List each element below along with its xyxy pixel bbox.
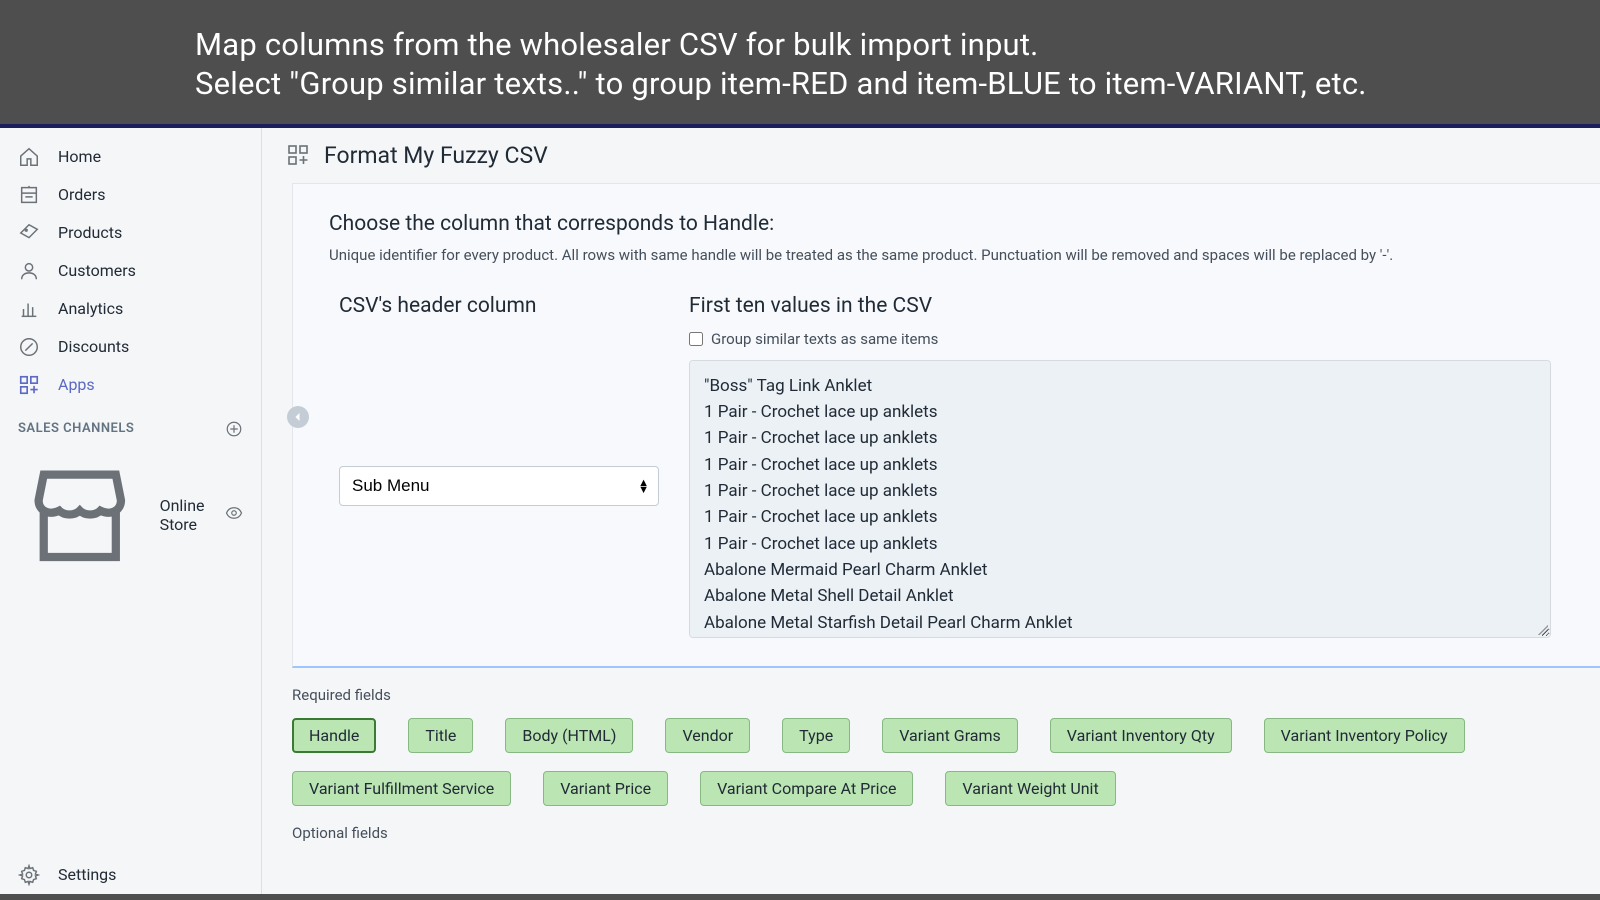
sidebar-item-label: Home	[58, 147, 101, 166]
right-col-title: First ten values in the CSV	[689, 294, 1584, 318]
header-column-select[interactable]: Sub Menu	[339, 466, 659, 506]
sidebar-item-products[interactable]: Products	[0, 214, 261, 252]
field-pill-title[interactable]: Title	[408, 718, 473, 753]
mapping-panel: Choose the column that corresponds to Ha…	[292, 183, 1600, 668]
value-row: Abalone Mermaid Pearl Charm Anklet	[704, 557, 1536, 583]
required-fields-section: Required fields Handle Title Body (HTML) Ve…	[262, 668, 1600, 856]
field-pill-variant-grams[interactable]: Variant Grams	[882, 718, 1018, 753]
sidebar-item-label: Orders	[58, 185, 105, 204]
sidebar-item-label: Apps	[58, 375, 95, 394]
visibility-icon[interactable]	[225, 504, 243, 526]
main-content: Format My Fuzzy CSV Choose the column th…	[262, 128, 1600, 894]
sidebar-item-label: Products	[58, 223, 122, 242]
banner-line-2: Select "Group similar texts.." to group …	[195, 65, 1600, 104]
field-pill-variant-inventory-qty[interactable]: Variant Inventory Qty	[1050, 718, 1232, 753]
value-row: "Boss" Tag Link Anklet	[704, 373, 1536, 399]
instruction-banner: Map columns from the wholesaler CSV for …	[0, 0, 1600, 124]
panel-title: Choose the column that corresponds to Ha…	[329, 212, 1600, 236]
value-row: 1 Pair - Crochet lace up anklets	[704, 504, 1536, 530]
field-pill-variant-weight-unit[interactable]: Variant Weight Unit	[945, 771, 1115, 806]
back-button[interactable]	[287, 406, 309, 428]
store-icon	[18, 454, 142, 578]
sidebar-item-label: Customers	[58, 261, 136, 280]
sidebar-item-analytics[interactable]: Analytics	[0, 290, 261, 328]
left-col-title: CSV's header column	[339, 294, 659, 318]
sidebar-item-settings[interactable]: Settings	[0, 856, 261, 894]
header-column-section: CSV's header column Sub Menu ▲▼	[339, 294, 659, 506]
orders-icon	[18, 184, 40, 206]
app-icon	[286, 143, 310, 167]
sidebar-item-orders[interactable]: Orders	[0, 176, 261, 214]
customers-icon	[18, 260, 40, 282]
values-section: First ten values in the CSV Group simila…	[689, 294, 1600, 638]
banner-line-1: Map columns from the wholesaler CSV for …	[195, 26, 1600, 65]
required-label: Required fields	[292, 686, 1600, 704]
value-row: 1 Pair - Crochet lace up anklets	[704, 399, 1536, 425]
group-similar-checkbox[interactable]	[689, 332, 703, 346]
home-icon	[18, 146, 40, 168]
app-frame: Home Orders Products Customers Analytics…	[0, 124, 1600, 894]
page-header: Format My Fuzzy CSV	[262, 128, 1600, 183]
field-pill-vendor[interactable]: Vendor	[665, 718, 750, 753]
sidebar-item-home[interactable]: Home	[0, 138, 261, 176]
section-label-text: SALES CHANNELS	[18, 421, 134, 436]
value-row: Abalone Metal Starfish Detail Pearl Char…	[704, 610, 1536, 636]
channel-label: Online Store	[160, 496, 207, 534]
sidebar-item-customers[interactable]: Customers	[0, 252, 261, 290]
field-pill-variant-inventory-policy[interactable]: Variant Inventory Policy	[1264, 718, 1465, 753]
value-row: 1 Pair - Crochet lace up anklets	[704, 531, 1536, 557]
analytics-icon	[18, 298, 40, 320]
required-pills-row: Handle Title Body (HTML) Vendor Type Variant …	[292, 718, 1600, 806]
sidebar-channel-online-store[interactable]: Online Store	[0, 446, 261, 586]
panel-subtitle: Unique identifier for every product. All…	[329, 246, 1600, 264]
sidebar-item-label: Settings	[58, 865, 116, 884]
field-pill-handle[interactable]: Handle	[292, 718, 376, 753]
sidebar-item-label: Discounts	[58, 337, 129, 356]
field-pill-variant-compare-at-price[interactable]: Variant Compare At Price	[700, 771, 913, 806]
sidebar: Home Orders Products Customers Analytics…	[0, 128, 262, 894]
group-similar-label: Group similar texts as same items	[711, 330, 938, 348]
optional-label: Optional fields	[292, 824, 1600, 842]
page-title: Format My Fuzzy CSV	[324, 142, 548, 169]
sidebar-item-apps[interactable]: Apps	[0, 366, 261, 404]
field-pill-type[interactable]: Type	[782, 718, 850, 753]
sidebar-item-discounts[interactable]: Discounts	[0, 328, 261, 366]
add-channel-icon[interactable]	[225, 420, 243, 438]
values-preview-box[interactable]: "Boss" Tag Link Anklet1 Pair - Crochet l…	[689, 360, 1551, 638]
value-row: 1 Pair - Crochet lace up anklets	[704, 478, 1536, 504]
sidebar-item-label: Analytics	[58, 299, 123, 318]
field-pill-variant-fulfillment-service[interactable]: Variant Fulfillment Service	[292, 771, 511, 806]
discounts-icon	[18, 336, 40, 358]
value-row: Abalone Metal Shell Detail Anklet	[704, 583, 1536, 609]
field-pill-body-html-[interactable]: Body (HTML)	[505, 718, 633, 753]
value-row: 1 Pair - Crochet lace up anklets	[704, 425, 1536, 451]
settings-icon	[18, 864, 40, 886]
chevron-left-icon	[292, 411, 304, 423]
products-icon	[18, 222, 40, 244]
apps-icon	[18, 374, 40, 396]
value-row: 1 Pair - Crochet lace up anklets	[704, 452, 1536, 478]
field-pill-variant-price[interactable]: Variant Price	[543, 771, 668, 806]
sales-channels-header: SALES CHANNELS	[0, 404, 261, 446]
